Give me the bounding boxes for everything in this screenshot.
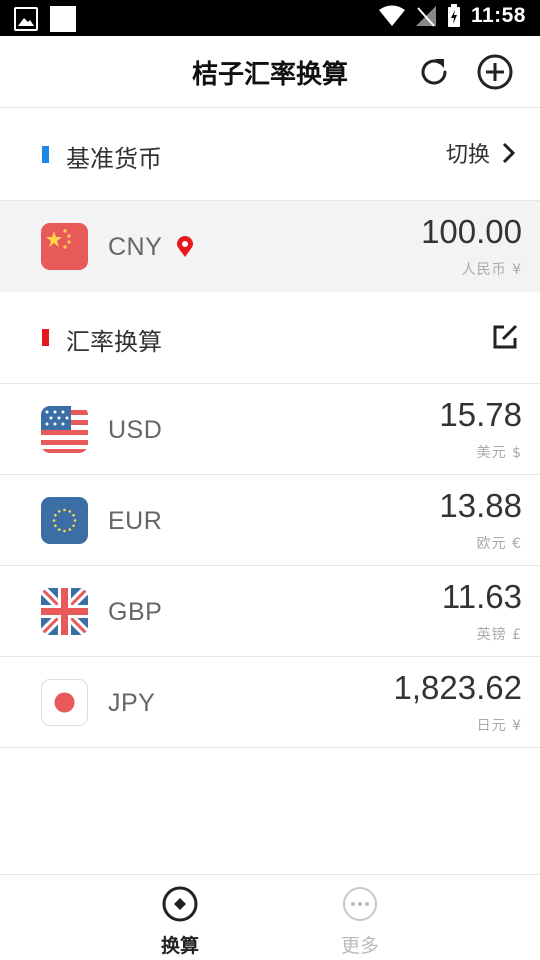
page-title: 桔子汇率换算 <box>191 60 348 90</box>
currency-code: JPY <box>108 689 156 717</box>
conversion-section: 汇率换算 <box>0 292 540 384</box>
bottom-nav: 换算 更多 <box>0 874 540 960</box>
base-currency-row[interactable]: CNY 100.00 人民币 ¥ <box>0 201 540 292</box>
currency-unit: 欧元 € <box>476 536 522 552</box>
currency-row-gbp[interactable]: GBP 11.63 英镑 £ <box>0 566 540 657</box>
currency-row-eur[interactable]: EUR 13.88 欧元 € <box>0 475 540 566</box>
section-title: 汇率换算 <box>66 328 162 356</box>
currency-amount[interactable]: 100.00 <box>421 213 522 251</box>
chevron-right-icon <box>502 142 516 164</box>
nav-label: 换算 <box>160 935 199 957</box>
jpy-flag-icon <box>41 679 88 726</box>
no-signal-icon <box>415 6 436 27</box>
currency-amount[interactable]: 1,823.62 <box>394 669 522 707</box>
add-circle-icon <box>477 54 513 90</box>
currency-unit: 美元 $ <box>476 445 522 461</box>
eur-flag-icon <box>41 497 88 544</box>
gallery-notification-icon <box>14 7 38 31</box>
wifi-icon <box>378 5 405 26</box>
switch-base-currency-button[interactable]: 切换 <box>446 137 516 169</box>
currency-unit: 日元 ¥ <box>476 718 522 734</box>
convert-icon <box>162 886 198 922</box>
currency-row-usd[interactable]: USD 15.78 美元 $ <box>0 384 540 475</box>
refresh-icon <box>421 59 447 85</box>
usd-flag-icon <box>41 406 88 453</box>
location-pin-icon <box>177 236 193 257</box>
notification-icon <box>50 6 76 32</box>
nav-tab-more[interactable]: 更多 <box>320 885 400 958</box>
section-accent-bar <box>42 146 49 163</box>
section-title: 基准货币 <box>66 145 162 173</box>
add-currency-button[interactable] <box>477 54 513 90</box>
section-accent-bar <box>42 329 49 346</box>
gbp-flag-icon <box>41 588 88 635</box>
status-bar: 11:58 <box>0 0 540 36</box>
currency-code: CNY <box>108 233 163 261</box>
currency-row-jpy[interactable]: JPY 1,823.62 日元 ¥ <box>0 657 540 748</box>
currency-unit: 英镑 £ <box>476 627 522 643</box>
currency-code: EUR <box>108 507 163 535</box>
currency-amount[interactable]: 13.88 <box>439 487 522 525</box>
refresh-button[interactable] <box>416 54 452 90</box>
currency-code: GBP <box>108 598 163 626</box>
base-currency-section: 基准货币 切换 <box>0 109 540 201</box>
battery-charging-icon <box>447 4 460 27</box>
nav-label: 更多 <box>340 935 379 957</box>
status-time: 11:58 <box>470 4 526 27</box>
switch-label: 切换 <box>445 143 490 168</box>
more-icon <box>343 887 377 921</box>
nav-tab-convert[interactable]: 换算 <box>140 885 220 958</box>
currency-code: USD <box>108 416 163 444</box>
cny-flag-icon <box>41 223 88 270</box>
currency-unit: 人民币 ¥ <box>461 262 522 278</box>
currency-amount[interactable]: 15.78 <box>439 396 522 434</box>
app-header: 桔子汇率换算 <box>0 36 540 108</box>
edit-icon[interactable] <box>492 324 518 350</box>
currency-amount[interactable]: 11.63 <box>442 578 522 616</box>
